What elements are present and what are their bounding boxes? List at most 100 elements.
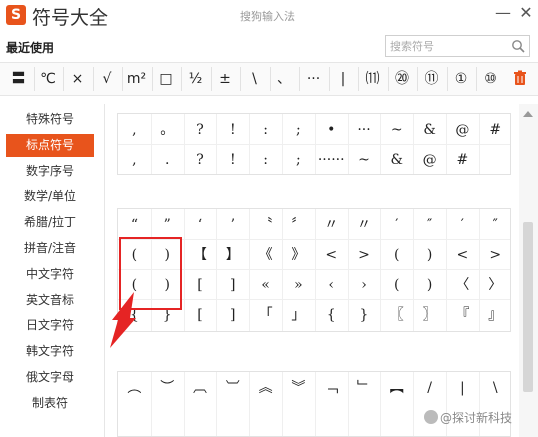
sidebar-item-category[interactable]: 俄文字母	[6, 366, 94, 389]
symbol-cell[interactable]: ︺	[216, 374, 249, 402]
symbol-cell[interactable]: 】	[216, 241, 249, 269]
recent-symbol-cell[interactable]: ⑪	[417, 63, 446, 95]
symbol-cell[interactable]: (	[380, 241, 413, 269]
sidebar-item-category[interactable]: 标点符号	[6, 133, 94, 157]
symbol-cell[interactable]: ′	[380, 211, 413, 239]
recent-symbol-cell[interactable]: √	[93, 63, 122, 95]
symbol-cell[interactable]: :	[249, 116, 282, 144]
symbol-cell[interactable]: /	[413, 374, 446, 402]
symbol-cell[interactable]: ﹁	[315, 374, 348, 402]
symbol-cell[interactable]: ︹	[184, 374, 217, 402]
recent-symbol-cell[interactable]: |	[329, 63, 358, 95]
symbol-cell[interactable]: ~	[380, 116, 413, 144]
symbol-cell[interactable]: ~	[348, 146, 381, 174]
symbol-cell[interactable]: &	[380, 146, 413, 174]
sidebar-item-category[interactable]: 英文音标	[6, 289, 94, 312]
recent-symbol-cell[interactable]: ×	[63, 63, 92, 95]
symbol-cell[interactable]: •	[315, 116, 348, 144]
symbol-cell[interactable]: )	[413, 271, 446, 299]
close-button[interactable]: ✕	[516, 3, 536, 22]
recent-symbol-cell[interactable]: ⑳	[388, 63, 417, 95]
recent-symbol-cell[interactable]: □	[152, 63, 181, 95]
symbol-cell[interactable]: @	[413, 146, 446, 174]
symbol-cell[interactable]: ›	[348, 271, 381, 299]
symbol-cell[interactable]: 〞	[282, 211, 315, 239]
minimize-button[interactable]: —	[493, 3, 513, 22]
recent-symbol-cell[interactable]: ···	[299, 63, 328, 95]
recent-symbol-cell[interactable]: m²	[122, 63, 151, 95]
symbol-cell[interactable]: ]	[216, 271, 249, 299]
recent-symbol-cell[interactable]: ±	[211, 63, 240, 95]
symbol-cell[interactable]: ···	[348, 116, 381, 144]
recent-symbol-cell[interactable]: 、	[270, 63, 299, 95]
symbol-cell[interactable]: 」	[282, 301, 315, 329]
sidebar-item-category[interactable]: 数字序号	[6, 160, 94, 183]
symbol-cell[interactable]: }	[348, 301, 381, 329]
symbol-cell[interactable]: 「	[249, 301, 282, 329]
symbol-cell[interactable]: ︵	[118, 374, 151, 402]
symbol-cell[interactable]: »	[282, 271, 315, 299]
symbol-cell[interactable]: [	[184, 271, 217, 299]
symbol-cell[interactable]: )	[413, 241, 446, 269]
sidebar-item-category[interactable]: 制表符	[6, 392, 94, 415]
symbol-cell[interactable]: 〈	[446, 271, 479, 299]
symbol-cell[interactable]: 【	[184, 241, 217, 269]
symbol-cell[interactable]: ’	[216, 211, 249, 239]
symbol-cell[interactable]: :	[249, 146, 282, 174]
symbol-cell[interactable]: !	[216, 116, 249, 144]
symbol-cell[interactable]: #	[479, 116, 512, 144]
scroll-up-arrow-icon[interactable]	[523, 111, 533, 117]
symbol-cell[interactable]: ;	[282, 116, 315, 144]
symbol-cell[interactable]: ‘	[184, 211, 217, 239]
symbol-cell[interactable]: !	[216, 146, 249, 174]
symbol-cell[interactable]: 』	[479, 301, 512, 329]
search-input[interactable]	[390, 37, 500, 55]
scrollbar[interactable]	[519, 104, 538, 437]
symbol-cell[interactable]: #	[446, 146, 479, 174]
symbol-cell[interactable]: |	[446, 374, 479, 402]
recent-symbol-cell[interactable]: ½	[181, 63, 210, 95]
recent-symbol-cell[interactable]: ⑩	[476, 63, 505, 95]
symbol-cell[interactable]: >	[348, 241, 381, 269]
symbol-cell[interactable]: 〝	[249, 211, 282, 239]
symbol-cell[interactable]: 『	[446, 301, 479, 329]
sidebar-item-category[interactable]: 特殊符号	[6, 108, 94, 131]
symbol-cell[interactable]: ︾	[282, 374, 315, 402]
symbol-cell[interactable]: ;	[282, 146, 315, 174]
symbol-cell[interactable]: .	[151, 146, 184, 174]
symbol-cell[interactable]: 〗	[413, 301, 446, 329]
symbol-cell[interactable]: ﹂	[348, 374, 381, 402]
recent-symbol-cell[interactable]: 〓	[4, 63, 33, 95]
symbol-cell[interactable]: <	[446, 241, 479, 269]
symbol-cell[interactable]: @	[446, 116, 479, 144]
symbol-cell[interactable]: {	[315, 301, 348, 329]
recent-symbol-cell[interactable]: \	[240, 63, 269, 95]
sidebar-item-category[interactable]: 希腊/拉丁	[6, 211, 94, 234]
symbol-cell[interactable]: <	[315, 241, 348, 269]
symbol-cell[interactable]: ]	[216, 301, 249, 329]
recent-symbol-cell[interactable]: ①	[447, 63, 476, 95]
sidebar-item-category[interactable]: 中文字符	[6, 263, 94, 286]
symbol-cell[interactable]: [	[184, 301, 217, 329]
symbol-cell[interactable]: ‹	[315, 271, 348, 299]
symbol-cell[interactable]: ”	[151, 211, 184, 239]
symbol-cell[interactable]: 〉	[479, 271, 512, 299]
symbol-cell[interactable]: ,	[118, 146, 151, 174]
symbol-cell[interactable]: ︻	[380, 374, 413, 402]
sidebar-item-category[interactable]: 韩文字符	[6, 340, 94, 363]
search-icon[interactable]	[511, 39, 525, 53]
sidebar-item-category[interactable]: 日文字符	[6, 314, 94, 337]
scroll-thumb[interactable]	[523, 222, 533, 392]
symbol-cell[interactable]: ?	[184, 116, 217, 144]
symbol-cell[interactable]: \	[479, 374, 512, 402]
symbol-cell[interactable]: 》	[282, 241, 315, 269]
recent-symbol-cell[interactable]: ⑾	[358, 63, 387, 95]
search-box[interactable]	[385, 35, 530, 57]
trash-icon[interactable]	[512, 70, 528, 86]
symbol-cell[interactable]: «	[249, 271, 282, 299]
symbol-cell[interactable]: &	[413, 116, 446, 144]
symbol-cell[interactable]: (	[380, 271, 413, 299]
symbol-cell[interactable]: 〃	[315, 211, 348, 239]
sidebar-item-category[interactable]: 拼音/注音	[6, 237, 94, 260]
recent-symbol-cell[interactable]: ℃	[34, 63, 63, 95]
